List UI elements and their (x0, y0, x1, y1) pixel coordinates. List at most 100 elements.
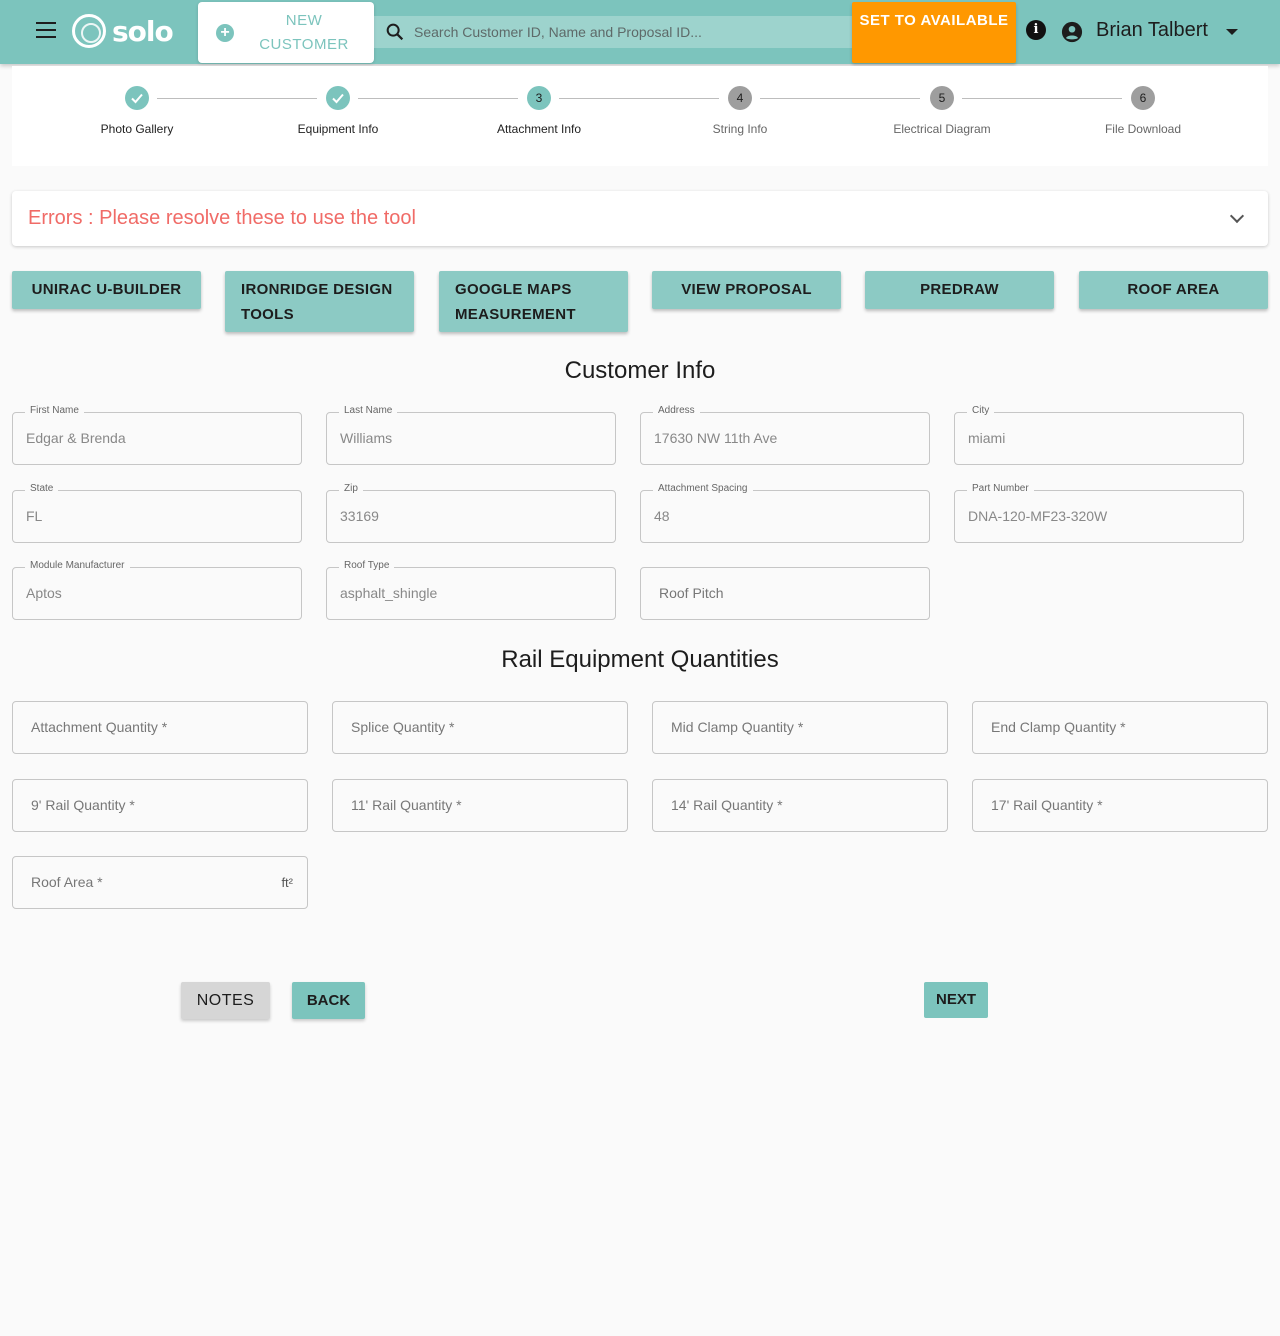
field-value: 48 (654, 508, 670, 524)
rail-equipment-title: Rail Equipment Quantities (501, 646, 779, 673)
field-value: 17630 NW 11th Ave (654, 430, 778, 446)
step-number-badge: 3 (527, 86, 551, 110)
module-manufacturer-field[interactable]: Module Manufacturer Aptos (12, 560, 302, 620)
customer-info-title: Customer Info (564, 357, 716, 384)
last-name-field[interactable]: Last Name Williams (326, 405, 616, 465)
progress-stepper: Photo Gallery Equipment Info 3 Attachmen… (12, 66, 1268, 166)
unirac-u-builder-button[interactable]: UNIRAC U-BUILDER (12, 271, 201, 309)
state-field[interactable]: State FL (12, 483, 302, 543)
rail-9-quantity-field[interactable]: 9' Rail Quantity * (12, 779, 308, 832)
search-bar (374, 16, 852, 48)
step-number-badge: 5 (930, 86, 954, 110)
field-placeholder: End Clamp Quantity * (991, 719, 1126, 735)
check-circle-icon (326, 86, 350, 110)
roof-area-field[interactable]: Roof Area * ft² (12, 856, 308, 909)
next-button[interactable]: NEXT (924, 982, 988, 1018)
search-input[interactable] (414, 24, 834, 40)
logo-text: solo (112, 14, 174, 48)
new-customer-label: NEW CUSTOMER (259, 11, 349, 53)
address-field[interactable]: Address 17630 NW 11th Ave (640, 405, 930, 465)
field-label: First Name (25, 405, 84, 416)
step-number-badge: 6 (1131, 86, 1155, 110)
chevron-down-icon[interactable] (1229, 208, 1245, 224)
roof-pitch-field[interactable]: Roof Pitch (640, 567, 930, 620)
field-placeholder: 17' Rail Quantity * (991, 797, 1103, 813)
username[interactable]: Brian Talbert (1096, 19, 1208, 42)
roof-area-button[interactable]: ROOF AREA (1079, 271, 1268, 309)
step-photo-gallery[interactable]: Photo Gallery (57, 86, 217, 136)
city-field[interactable]: City miami (954, 405, 1244, 465)
mid-clamp-quantity-field[interactable]: Mid Clamp Quantity * (652, 701, 948, 754)
step-attachment-info[interactable]: 3 Attachment Info (459, 86, 619, 136)
step-equipment-info[interactable]: Equipment Info (258, 86, 418, 136)
account-dropdown-icon[interactable] (1226, 29, 1238, 35)
field-label: Part Number (967, 483, 1034, 494)
rail-14-quantity-field[interactable]: 14' Rail Quantity * (652, 779, 948, 832)
errors-expansion-panel[interactable]: Errors : Please resolve these to use the… (12, 191, 1268, 246)
unit-suffix: ft² (281, 875, 293, 890)
rail-11-quantity-field[interactable]: 11' Rail Quantity * (332, 779, 628, 832)
field-placeholder: Mid Clamp Quantity * (671, 719, 804, 735)
field-value: Edgar & Brenda (26, 430, 126, 446)
end-clamp-quantity-field[interactable]: End Clamp Quantity * (972, 701, 1268, 754)
field-value: 33169 (340, 508, 379, 524)
field-label: State (25, 483, 59, 494)
step-string-info[interactable]: 4 String Info (660, 86, 820, 136)
field-placeholder: Roof Pitch (659, 585, 724, 601)
field-placeholder: Roof Area * (31, 874, 103, 890)
attachment-quantity-field[interactable]: Attachment Quantity * (12, 701, 308, 754)
attachment-spacing-field[interactable]: Attachment Spacing 48 (640, 483, 930, 543)
field-value: DNA-120-MF23-320W (968, 508, 1108, 524)
field-label: Last Name (339, 405, 398, 416)
step-label: Photo Gallery (100, 122, 174, 136)
view-proposal-button[interactable]: VIEW PROPOSAL (652, 271, 841, 309)
field-placeholder: 14' Rail Quantity * (671, 797, 783, 813)
field-placeholder: Splice Quantity * (351, 719, 455, 735)
step-label: Equipment Info (297, 122, 379, 136)
zip-field[interactable]: Zip 33169 (326, 483, 616, 543)
check-circle-icon (125, 86, 149, 110)
field-label: City (967, 405, 995, 416)
field-value: asphalt_shingle (340, 585, 438, 601)
step-label: Attachment Info (496, 122, 582, 136)
step-label: Electrical Diagram (893, 122, 991, 136)
search-icon (386, 23, 404, 41)
first-name-field[interactable]: First Name Edgar & Brenda (12, 405, 302, 465)
notes-button[interactable]: NOTES (181, 982, 270, 1019)
field-label: Roof Type (339, 560, 395, 571)
predraw-button[interactable]: PREDRAW (865, 271, 1054, 309)
field-placeholder: Attachment Quantity * (31, 719, 168, 735)
account-circle-icon[interactable] (1061, 21, 1083, 43)
step-label: File Download (1104, 122, 1182, 136)
set-to-available-button[interactable]: SET TO AVAILABLE (852, 2, 1016, 63)
ironridge-design-tools-button[interactable]: IRONRIDGE DESIGN TOOLS (225, 271, 414, 332)
logo-mark-icon (72, 14, 106, 48)
step-label: String Info (712, 122, 768, 136)
field-value: FL (26, 508, 43, 524)
solo-logo[interactable]: solo (72, 14, 174, 48)
back-button[interactable]: BACK (292, 982, 365, 1019)
field-value: miami (968, 430, 1006, 446)
google-maps-measurement-button[interactable]: GOOGLE MAPS MEASUREMENT (439, 271, 628, 332)
field-label: Address (653, 405, 700, 416)
step-number-badge: 4 (728, 86, 752, 110)
field-label: Module Manufacturer (25, 560, 130, 571)
field-label: Zip (339, 483, 363, 494)
field-placeholder: 9' Rail Quantity * (31, 797, 135, 813)
part-number-field[interactable]: Part Number DNA-120-MF23-320W (954, 483, 1244, 543)
field-placeholder: 11' Rail Quantity * (351, 797, 462, 813)
info-icon[interactable]: i (1026, 20, 1046, 40)
roof-type-field[interactable]: Roof Type asphalt_shingle (326, 560, 616, 620)
rail-17-quantity-field[interactable]: 17' Rail Quantity * (972, 779, 1268, 832)
step-electrical-diagram[interactable]: 5 Electrical Diagram (862, 86, 1022, 136)
menu-icon[interactable] (36, 22, 58, 42)
field-value: Aptos (26, 585, 62, 601)
errors-title: Errors : Please resolve these to use the… (28, 207, 416, 229)
field-label: Attachment Spacing (653, 483, 753, 494)
step-file-download[interactable]: 6 File Download (1063, 86, 1223, 136)
add-circle-icon: + (216, 23, 234, 42)
field-value: Williams (340, 430, 393, 446)
new-customer-button[interactable]: + NEW CUSTOMER (198, 2, 374, 63)
splice-quantity-field[interactable]: Splice Quantity * (332, 701, 628, 754)
top-app-bar: solo + NEW CUSTOMER SET TO AVAILABLE i B… (0, 0, 1280, 64)
